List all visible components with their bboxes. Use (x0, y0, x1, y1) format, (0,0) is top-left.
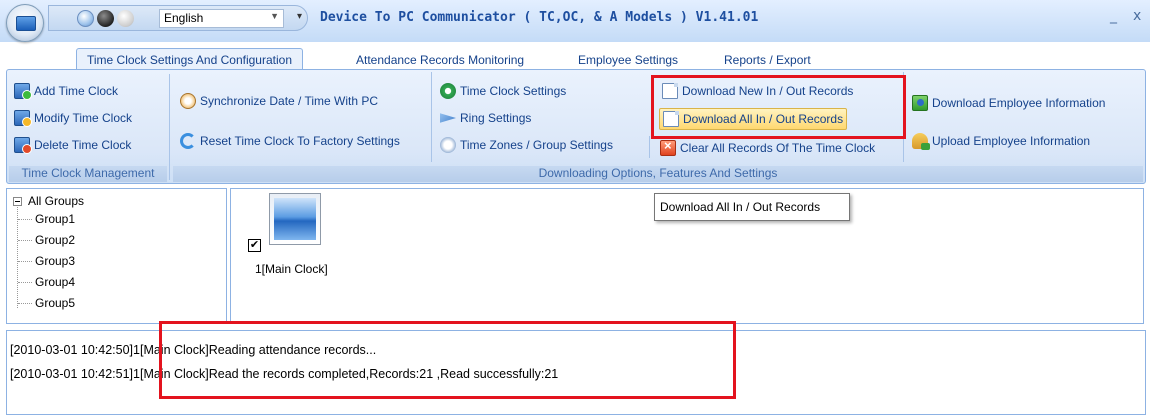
upload-employee-label: Upload Employee Information (932, 134, 1091, 148)
time-clock-settings-label: Time Clock Settings (460, 84, 567, 98)
tree-connector (18, 240, 32, 241)
modify-clock-icon (14, 110, 32, 127)
device-checkbox[interactable]: ✔ (248, 239, 261, 252)
app-menu-orb-button[interactable] (6, 4, 44, 42)
window-title: Device To PC Communicator ( TC,OC, & A M… (320, 10, 759, 25)
refresh-icon (180, 133, 196, 149)
tree-guide-line (17, 205, 18, 308)
delete-time-clock-button[interactable]: Delete Time Clock (11, 134, 134, 156)
delete-clock-icon (14, 137, 32, 154)
title-bar: English ▼ ▾ Device To PC Communicator ( … (0, 0, 1150, 42)
tab-reports-export[interactable]: Reports / Export (718, 50, 817, 70)
synchronize-label: Synchronize Date / Time With PC (200, 94, 379, 108)
tree-item-group4[interactable]: Group4 (35, 275, 75, 289)
time-clock-device-icon[interactable] (269, 193, 321, 245)
language-select[interactable]: English ▼ (159, 9, 284, 28)
tree-root-all-groups[interactable]: All Groups (13, 194, 84, 208)
clear-records-label: Clear All Records Of The Time Clock (680, 141, 876, 155)
time-zones-group-settings-button[interactable]: Time Zones / Group Settings (437, 134, 616, 156)
minimize-button[interactable]: _ (1110, 8, 1117, 24)
upload-employee-information-button[interactable]: Upload Employee Information (909, 130, 1093, 152)
tree-root-label: All Groups (28, 194, 85, 208)
add-time-clock-label: Add Time Clock (34, 84, 119, 98)
download-employee-information-button[interactable]: Download Employee Information (909, 92, 1108, 114)
column-divider (431, 72, 432, 162)
time-clock-settings-button[interactable]: Time Clock Settings (437, 80, 569, 102)
clear-all-records-button[interactable]: Clear All Records Of The Time Clock (657, 137, 878, 159)
reset-factory-settings-button[interactable]: Reset Time Clock To Factory Settings (177, 130, 403, 152)
tree-connector (18, 219, 32, 220)
tree-connector (18, 282, 32, 283)
black-theme-icon[interactable] (97, 10, 114, 27)
tree-connector (18, 261, 32, 262)
device-screen-icon (274, 198, 316, 240)
synchronize-date-time-button[interactable]: Synchronize Date / Time With PC (177, 90, 381, 112)
blue-theme-icon[interactable] (77, 10, 94, 27)
delete-time-clock-label: Delete Time Clock (34, 138, 132, 152)
modify-time-clock-button[interactable]: Modify Time Clock (11, 107, 135, 129)
group-label: Time Clock Management (9, 166, 167, 182)
group-tree: All Groups Group1 Group2 Group3 Group4 G… (6, 188, 227, 324)
add-clock-icon (14, 83, 32, 100)
group-label: Downloading Options, Features And Settin… (173, 166, 1143, 182)
ribbon-panel: Add Time Clock Modify Time Clock Delete … (6, 69, 1146, 184)
column-divider (649, 136, 650, 158)
collapse-icon[interactable] (13, 196, 22, 206)
app-logo-icon (16, 16, 36, 31)
modify-time-clock-label: Modify Time Clock (34, 111, 133, 125)
tree-item-group2[interactable]: Group2 (35, 233, 75, 247)
ribbon-tabs: Time Clock Settings And Configuration At… (0, 42, 1150, 72)
close-button[interactable]: x (1133, 8, 1141, 24)
download-employee-label: Download Employee Information (932, 96, 1106, 110)
tab-attendance-records[interactable]: Attendance Records Monitoring (350, 50, 530, 70)
tree-item-group1[interactable]: Group1 (35, 212, 75, 226)
group-divider (169, 74, 170, 180)
tree-connector (18, 303, 32, 304)
time-zones-label: Time Zones / Group Settings (460, 138, 613, 152)
quick-access-toolbar: English ▼ ▾ (48, 5, 308, 31)
gear-icon (440, 83, 456, 99)
reset-label: Reset Time Clock To Factory Settings (200, 134, 400, 148)
employee-download-icon (912, 95, 928, 111)
highlight-box-log-messages (159, 321, 736, 399)
clock-icon (180, 93, 196, 109)
time-zone-icon (440, 137, 456, 153)
language-select-value: English (164, 11, 204, 25)
bell-icon (440, 113, 456, 123)
ring-settings-button[interactable]: Ring Settings (437, 107, 534, 129)
tab-employee-settings[interactable]: Employee Settings (572, 50, 684, 70)
tooltip: Download All In / Out Records (654, 193, 850, 221)
device-label: 1[Main Clock] (255, 262, 328, 276)
customize-toolbar-button[interactable]: ▾ (297, 11, 302, 22)
highlight-box-download-buttons (651, 75, 906, 139)
employee-upload-icon (912, 133, 930, 150)
time-clock-management-group: Add Time Clock Modify Time Clock Delete … (9, 74, 167, 182)
chevron-down-icon: ▼ (270, 11, 279, 21)
tree-item-group3[interactable]: Group3 (35, 254, 75, 268)
clear-icon (660, 138, 676, 156)
ring-settings-label: Ring Settings (460, 111, 532, 125)
tree-item-group5[interactable]: Group5 (35, 296, 75, 310)
silver-theme-icon[interactable] (117, 10, 134, 27)
add-time-clock-button[interactable]: Add Time Clock (11, 80, 121, 102)
